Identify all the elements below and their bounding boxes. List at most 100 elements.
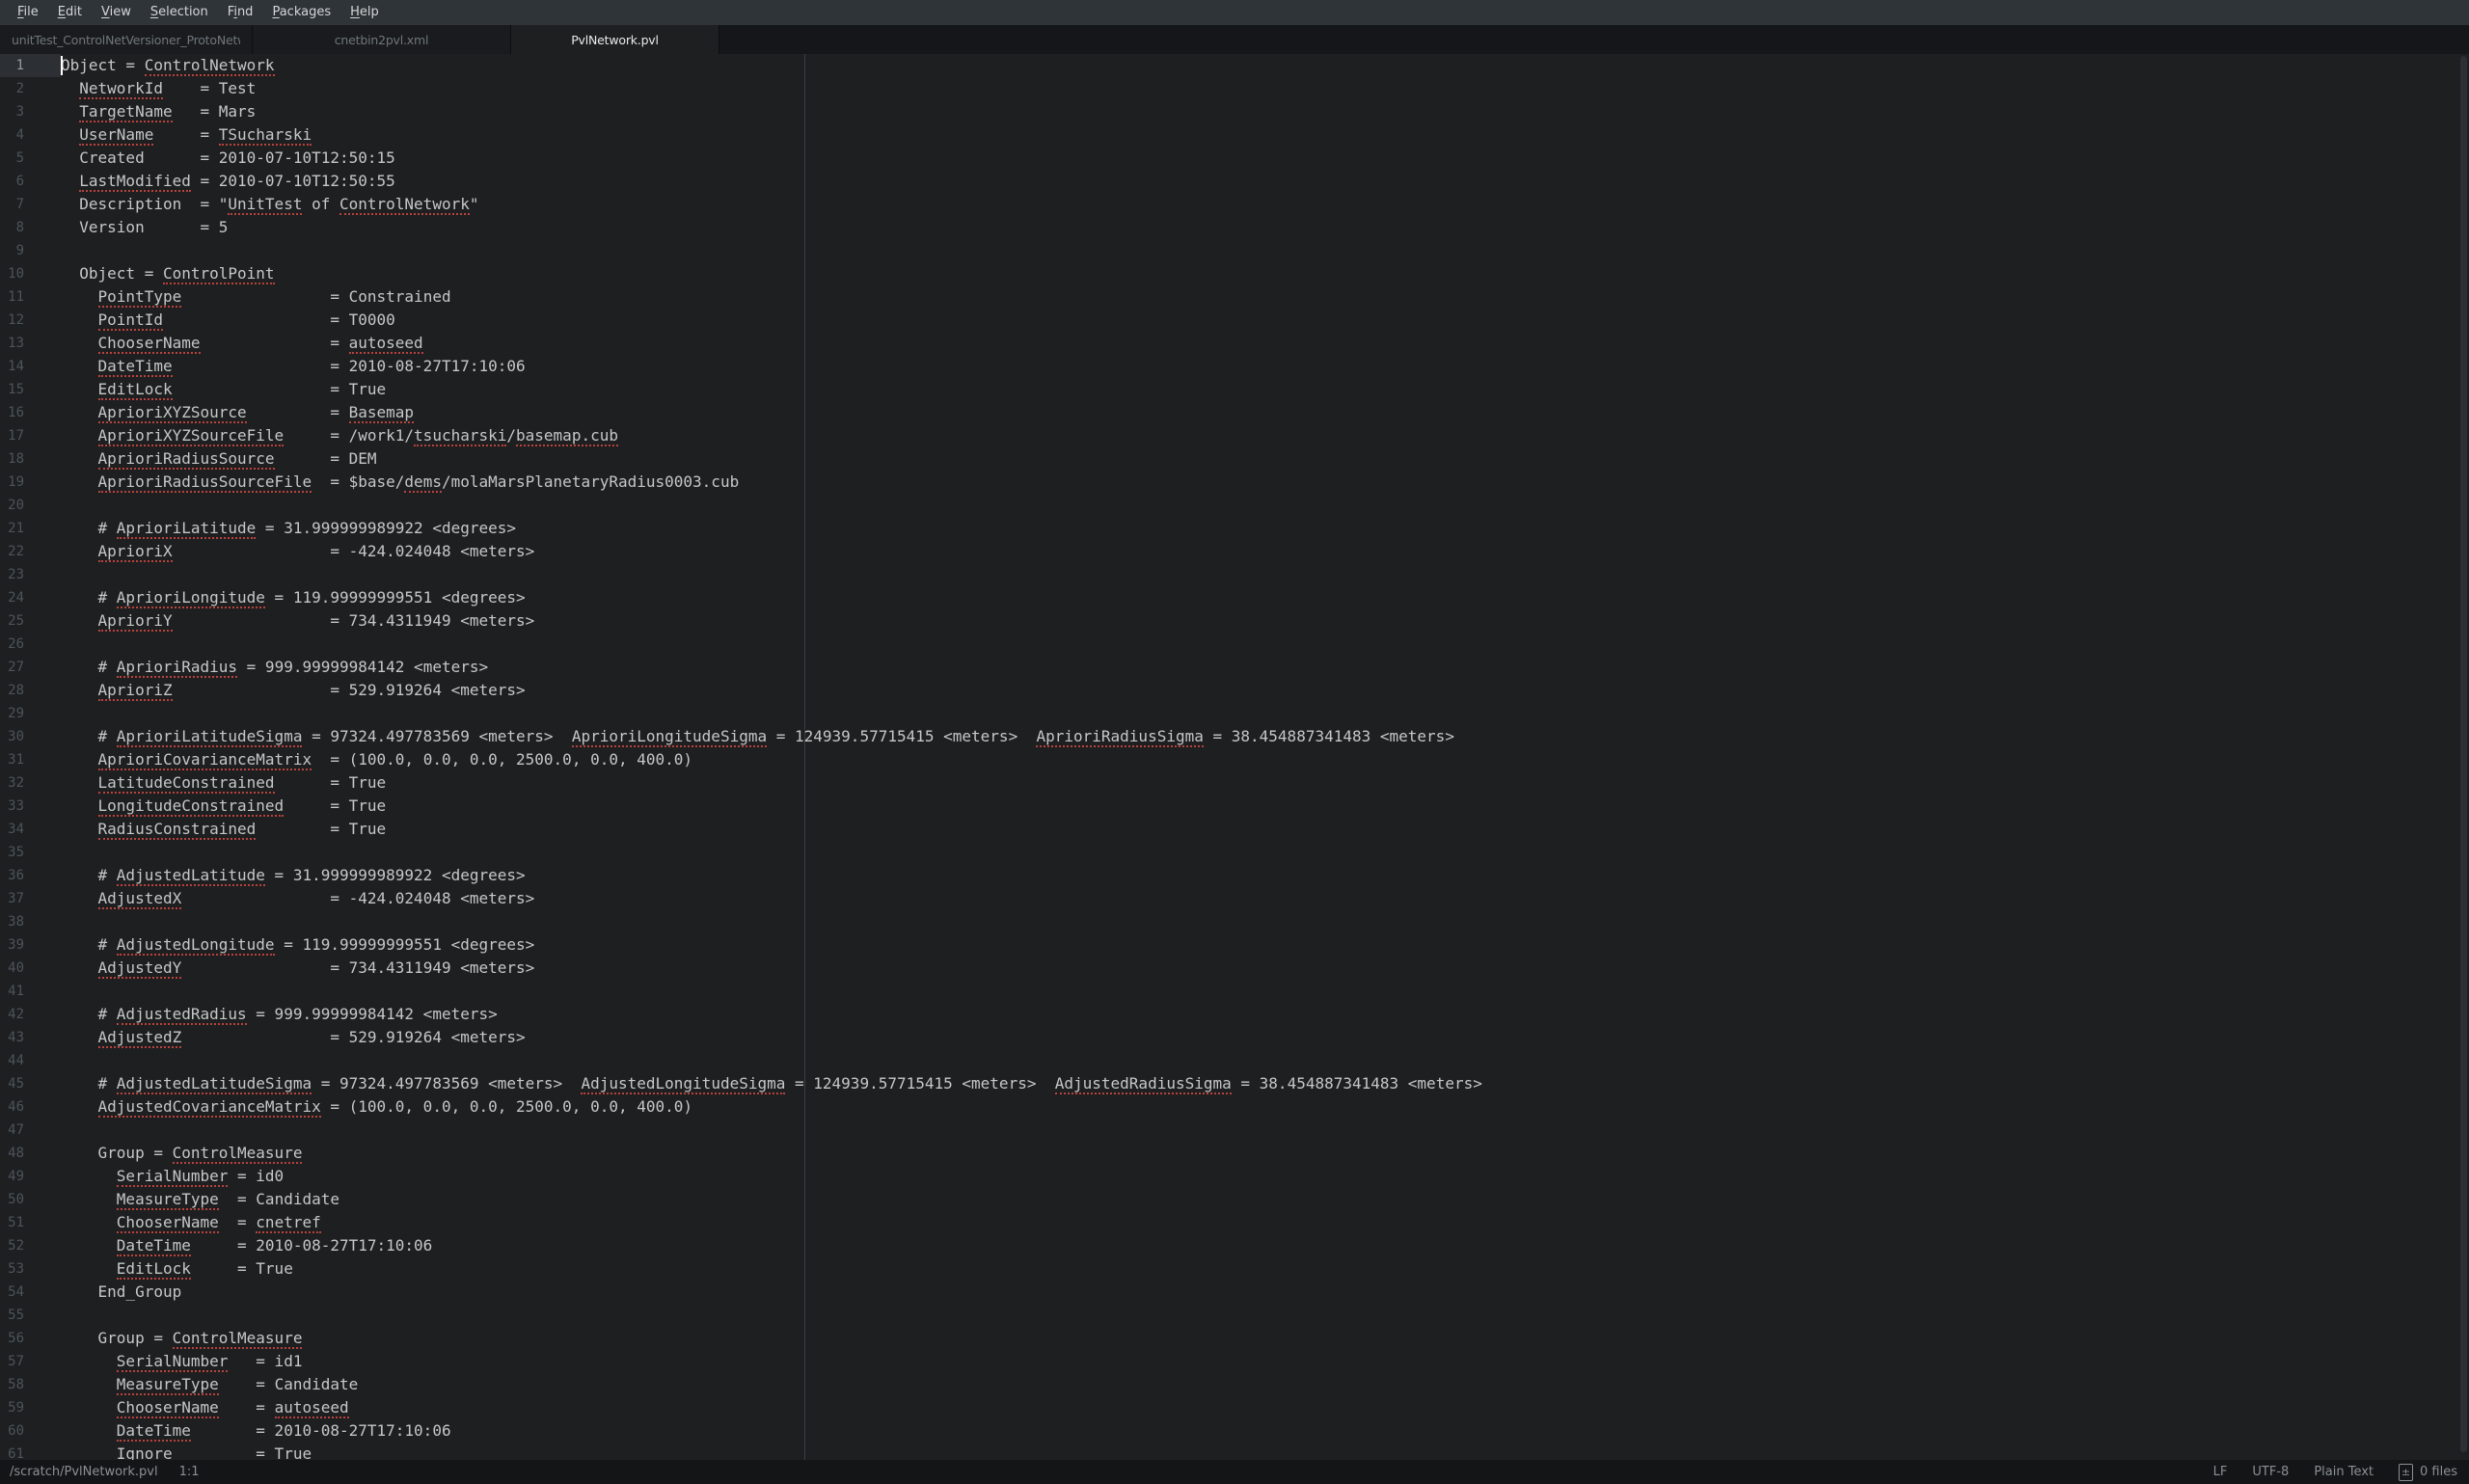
code-line[interactable]: 60 DateTime = 2010-08-27T17:10:06 — [0, 1419, 2469, 1443]
line-number[interactable]: 1 — [0, 54, 61, 77]
code-line[interactable]: 30 # AprioriLatitudeSigma = 97324.497783… — [0, 725, 2469, 748]
code-line[interactable]: 35 — [0, 841, 2469, 864]
line-number[interactable]: 24 — [0, 586, 61, 609]
code-line[interactable]: 59 ChooserName = autoseed — [0, 1396, 2469, 1419]
line-number[interactable]: 13 — [0, 332, 61, 355]
code-line[interactable]: 46 AdjustedCovarianceMatrix = (100.0, 0.… — [0, 1095, 2469, 1119]
line-number[interactable]: 31 — [0, 748, 61, 771]
line-number[interactable]: 37 — [0, 887, 61, 910]
line-number[interactable]: 20 — [0, 494, 61, 517]
code-line[interactable]: 14 DateTime = 2010-08-27T17:10:06 — [0, 355, 2469, 378]
line-number[interactable]: 43 — [0, 1026, 61, 1049]
line-number[interactable]: 23 — [0, 563, 61, 586]
tab-pvlnetwork-pvl[interactable]: PvlNetwork.pvl — [511, 25, 719, 54]
line-number[interactable]: 49 — [0, 1165, 61, 1188]
code-line[interactable]: 57 SerialNumber = id1 — [0, 1350, 2469, 1373]
line-number[interactable]: 28 — [0, 679, 61, 702]
line-number[interactable]: 38 — [0, 910, 61, 933]
code-line[interactable]: 28 AprioriZ = 529.919264 <meters> — [0, 679, 2469, 702]
code-line[interactable]: 22 AprioriX = -424.024048 <meters> — [0, 540, 2469, 563]
line-number[interactable]: 25 — [0, 609, 61, 633]
code-line[interactable]: 44 — [0, 1049, 2469, 1072]
code-line[interactable]: 36 # AdjustedLatitude = 31.999999989922 … — [0, 864, 2469, 887]
code-line[interactable]: 6 LastModified = 2010-07-10T12:50:55 — [0, 170, 2469, 193]
code-line[interactable]: 50 MeasureType = Candidate — [0, 1188, 2469, 1211]
line-number[interactable]: 53 — [0, 1257, 61, 1281]
code-line[interactable]: 38 — [0, 910, 2469, 933]
menu-item-find[interactable]: Find — [218, 0, 263, 25]
code-line[interactable]: 20 — [0, 494, 2469, 517]
code-line[interactable]: 61 Ignore = True — [0, 1443, 2469, 1460]
line-number[interactable]: 15 — [0, 378, 61, 401]
line-number[interactable]: 5 — [0, 147, 61, 170]
code-line[interactable]: 31 AprioriCovarianceMatrix = (100.0, 0.0… — [0, 748, 2469, 771]
code-line[interactable]: 17 AprioriXYZSourceFile = /work1/tsuchar… — [0, 424, 2469, 447]
tab-cnetbin2pvl-xml[interactable]: cnetbin2pvl.xml — [253, 25, 511, 54]
code-line[interactable]: 33 LongitudeConstrained = True — [0, 795, 2469, 818]
code-line[interactable]: 1Object = ControlNetwork — [0, 54, 2469, 77]
line-number[interactable]: 21 — [0, 517, 61, 540]
tab-unittest-controlnetversioner-protonetwork-[interactable]: unitTest_ControlNetVersioner_ProtoNetwor… — [0, 25, 253, 54]
code-line[interactable]: 19 AprioriRadiusSourceFile = $base/dems/… — [0, 471, 2469, 494]
grammar-indicator[interactable]: Plain Text — [2314, 1465, 2374, 1479]
line-number[interactable]: 34 — [0, 818, 61, 841]
menu-item-edit[interactable]: Edit — [48, 0, 92, 25]
line-number[interactable]: 9 — [0, 239, 61, 262]
code-line[interactable]: 42 # AdjustedRadius = 999.99999984142 <m… — [0, 1003, 2469, 1026]
code-line[interactable]: 51 ChooserName = cnetref — [0, 1211, 2469, 1234]
editor-pane[interactable]: 1Object = ControlNetwork2 NetworkId = Te… — [0, 54, 2469, 1460]
code-line[interactable]: 27 # AprioriRadius = 999.99999984142 <me… — [0, 656, 2469, 679]
line-number[interactable]: 3 — [0, 100, 61, 123]
menu-item-view[interactable]: View — [92, 0, 141, 25]
line-number[interactable]: 45 — [0, 1072, 61, 1095]
line-number[interactable]: 30 — [0, 725, 61, 748]
menu-item-selection[interactable]: Selection — [141, 0, 218, 25]
code-line[interactable]: 47 — [0, 1119, 2469, 1142]
line-number[interactable]: 52 — [0, 1234, 61, 1257]
menu-item-file[interactable]: File — [8, 0, 48, 25]
line-number[interactable]: 40 — [0, 957, 61, 980]
code-line[interactable]: 43 AdjustedZ = 529.919264 <meters> — [0, 1026, 2469, 1049]
line-number[interactable]: 39 — [0, 933, 61, 957]
code-line[interactable]: 10 Object = ControlPoint — [0, 262, 2469, 285]
code-line[interactable]: 16 AprioriXYZSource = Basemap — [0, 401, 2469, 424]
line-number[interactable]: 19 — [0, 471, 61, 494]
line-number[interactable]: 6 — [0, 170, 61, 193]
code-line[interactable]: 52 DateTime = 2010-08-27T17:10:06 — [0, 1234, 2469, 1257]
line-number[interactable]: 2 — [0, 77, 61, 100]
code-line[interactable]: 18 AprioriRadiusSource = DEM — [0, 447, 2469, 471]
code-line[interactable]: 8 Version = 5 — [0, 216, 2469, 239]
code-line[interactable]: 4 UserName = TSucharski — [0, 123, 2469, 147]
line-number[interactable]: 48 — [0, 1142, 61, 1165]
line-number[interactable]: 42 — [0, 1003, 61, 1026]
line-number[interactable]: 56 — [0, 1327, 61, 1350]
code-line[interactable]: 55 — [0, 1304, 2469, 1327]
line-number[interactable]: 18 — [0, 447, 61, 471]
line-number[interactable]: 14 — [0, 355, 61, 378]
code-line[interactable]: 39 # AdjustedLongitude = 119.99999999551… — [0, 933, 2469, 957]
code-line[interactable]: 45 # AdjustedLatitudeSigma = 97324.49778… — [0, 1072, 2469, 1095]
line-number[interactable]: 35 — [0, 841, 61, 864]
line-number[interactable]: 36 — [0, 864, 61, 887]
line-number[interactable]: 41 — [0, 980, 61, 1003]
menu-item-packages[interactable]: Packages — [262, 0, 340, 25]
code-line[interactable]: 5 Created = 2010-07-10T12:50:15 — [0, 147, 2469, 170]
code-line[interactable]: 49 SerialNumber = id0 — [0, 1165, 2469, 1188]
code-line[interactable]: 2 NetworkId = Test — [0, 77, 2469, 100]
line-number[interactable]: 59 — [0, 1396, 61, 1419]
line-number[interactable]: 32 — [0, 771, 61, 795]
line-number[interactable]: 10 — [0, 262, 61, 285]
code-line[interactable]: 7 Description = "UnitTest of ControlNetw… — [0, 193, 2469, 216]
code-line[interactable]: 24 # AprioriLongitude = 119.99999999551 … — [0, 586, 2469, 609]
line-number[interactable]: 55 — [0, 1304, 61, 1327]
line-number[interactable]: 8 — [0, 216, 61, 239]
code-line[interactable]: 11 PointType = Constrained — [0, 285, 2469, 309]
line-number[interactable]: 26 — [0, 633, 61, 656]
code-line[interactable]: 23 — [0, 563, 2469, 586]
code-line[interactable]: 56 Group = ControlMeasure — [0, 1327, 2469, 1350]
code-line[interactable]: 32 LatitudeConstrained = True — [0, 771, 2469, 795]
line-number[interactable]: 12 — [0, 309, 61, 332]
line-number[interactable]: 16 — [0, 401, 61, 424]
vertical-scrollbar[interactable] — [2460, 56, 2467, 1452]
line-number[interactable]: 58 — [0, 1373, 61, 1396]
